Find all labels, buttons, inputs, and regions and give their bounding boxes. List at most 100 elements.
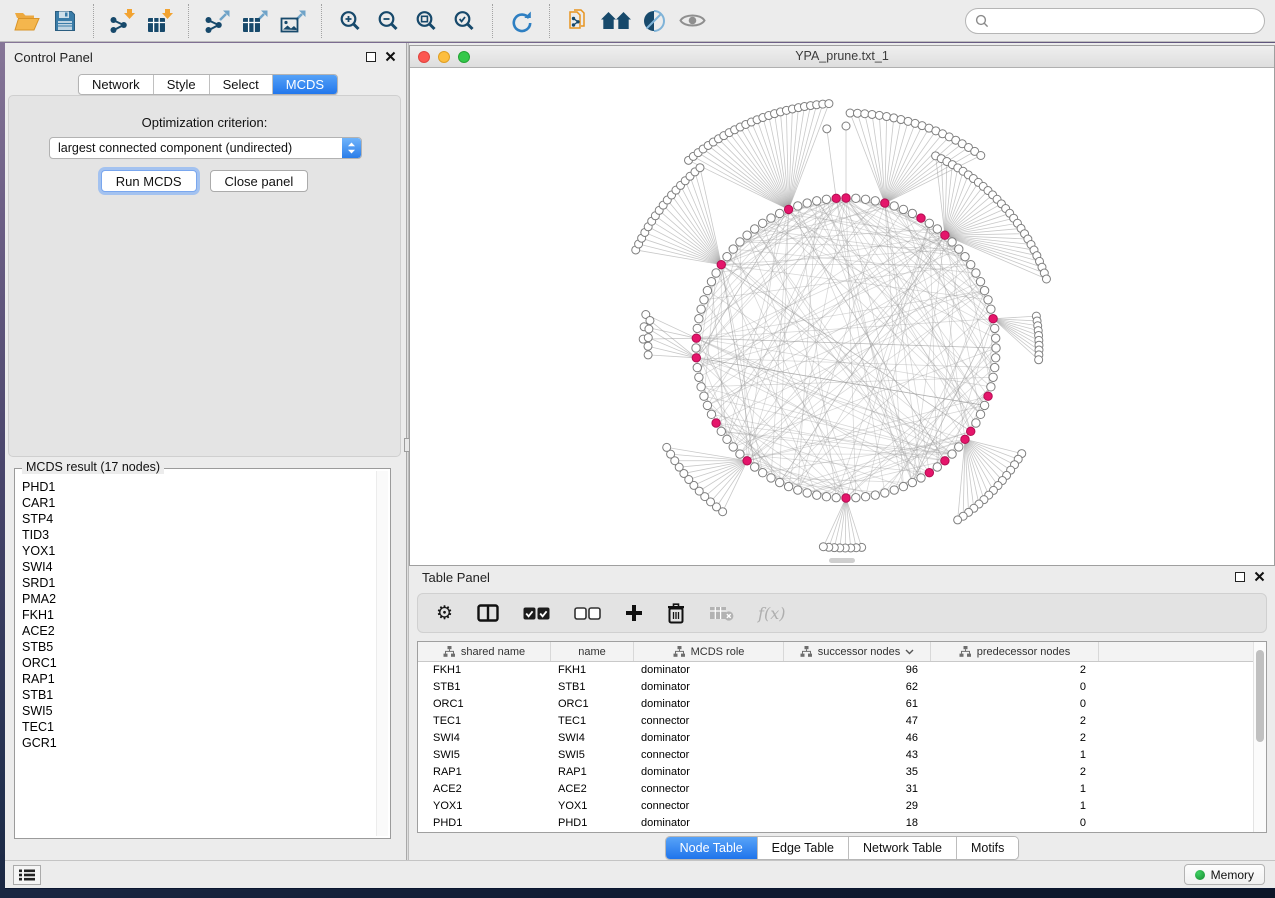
tab-edge-table[interactable]: Edge Table xyxy=(758,837,849,859)
import-table-button[interactable] xyxy=(143,4,177,38)
hide-graphics-button[interactable] xyxy=(675,4,709,38)
mcds-list-item[interactable]: FKH1 xyxy=(22,607,376,623)
table-cell[interactable]: dominator xyxy=(634,815,784,832)
column-header-MCDS-role[interactable]: MCDS role xyxy=(634,642,784,661)
network-file-button[interactable] xyxy=(561,4,595,38)
table-cell[interactable]: STB1 xyxy=(551,679,634,696)
deselect-all-button[interactable] xyxy=(574,607,601,620)
table-cell[interactable]: SWI5 xyxy=(418,747,551,764)
table-cell[interactable]: 62 xyxy=(784,679,931,696)
mcds-list-item[interactable]: STB5 xyxy=(22,639,376,655)
table-cell[interactable]: 2 xyxy=(931,713,1099,730)
close-table-panel-icon[interactable] xyxy=(1254,571,1265,582)
maximize-window-icon[interactable] xyxy=(458,51,470,63)
table-cell[interactable]: 2 xyxy=(931,730,1099,747)
table-cell[interactable]: dominator xyxy=(634,696,784,713)
table-cell[interactable]: connector xyxy=(634,713,784,730)
zoom-out-button[interactable] xyxy=(371,4,405,38)
table-cell[interactable]: 29 xyxy=(784,798,931,815)
table-scrollbar[interactable] xyxy=(1253,642,1266,832)
show-all-networks-button[interactable] xyxy=(599,4,633,38)
tab-mcds[interactable]: MCDS xyxy=(273,75,337,94)
table-cell[interactable]: 46 xyxy=(784,730,931,747)
table-cell[interactable]: 61 xyxy=(784,696,931,713)
minimize-window-icon[interactable] xyxy=(438,51,450,63)
mcds-list-item[interactable]: PMA2 xyxy=(22,591,376,607)
zoom-in-button[interactable] xyxy=(333,4,367,38)
column-header-name[interactable]: name xyxy=(551,642,634,661)
table-cell[interactable]: 1 xyxy=(931,781,1099,798)
close-panel-button[interactable]: Close panel xyxy=(210,170,309,192)
mcds-list-item[interactable]: STP4 xyxy=(22,511,376,527)
export-table-button[interactable] xyxy=(238,4,272,38)
table-cell[interactable]: SWI4 xyxy=(418,730,551,747)
add-column-button[interactable] xyxy=(625,604,643,622)
table-cell[interactable]: 0 xyxy=(931,696,1099,713)
table-cell[interactable]: PHD1 xyxy=(418,815,551,832)
mcds-list-item[interactable]: ORC1 xyxy=(22,655,376,671)
table-cell[interactable]: PHD1 xyxy=(551,815,634,832)
table-cell[interactable]: 96 xyxy=(784,662,931,679)
table-cell[interactable]: ORC1 xyxy=(551,696,634,713)
table-cell[interactable]: 1 xyxy=(931,747,1099,764)
close-panel-icon[interactable] xyxy=(385,51,396,62)
table-row[interactable]: ACE2ACE2connector311 xyxy=(418,781,1253,798)
mcds-list-item[interactable]: ACE2 xyxy=(22,623,376,639)
mcds-list-item[interactable]: PHD1 xyxy=(22,479,376,495)
table-cell[interactable]: 1 xyxy=(931,798,1099,815)
tab-network[interactable]: Network xyxy=(79,75,154,94)
float-panel-icon[interactable] xyxy=(366,52,376,62)
table-row[interactable]: STB1STB1dominator620 xyxy=(418,679,1253,696)
table-cell[interactable]: 47 xyxy=(784,713,931,730)
table-cell[interactable]: ORC1 xyxy=(418,696,551,713)
table-row[interactable]: ORC1ORC1dominator610 xyxy=(418,696,1253,713)
mcds-list-item[interactable]: GCR1 xyxy=(22,735,376,751)
table-cell[interactable]: YOX1 xyxy=(551,798,634,815)
table-cell[interactable]: ACE2 xyxy=(551,781,634,798)
open-button[interactable] xyxy=(10,4,44,38)
float-table-panel-icon[interactable] xyxy=(1235,572,1245,582)
run-mcds-button[interactable]: Run MCDS xyxy=(101,170,197,192)
table-cell[interactable]: dominator xyxy=(634,679,784,696)
zoom-fit-button[interactable] xyxy=(409,4,443,38)
table-cell[interactable]: 2 xyxy=(931,662,1099,679)
tab-style[interactable]: Style xyxy=(154,75,210,94)
mcds-list-item[interactable]: RAP1 xyxy=(22,671,376,687)
column-header-successor-nodes[interactable]: successor nodes xyxy=(784,642,931,661)
apply-layout-button[interactable] xyxy=(504,4,538,38)
table-row[interactable]: PHD1PHD1dominator180 xyxy=(418,815,1253,832)
table-row[interactable]: RAP1RAP1dominator352 xyxy=(418,764,1253,781)
table-cell[interactable]: dominator xyxy=(634,662,784,679)
mcds-list-item[interactable]: SWI5 xyxy=(22,703,376,719)
column-header-predecessor-nodes[interactable]: predecessor nodes xyxy=(931,642,1099,661)
table-row[interactable]: YOX1YOX1connector291 xyxy=(418,798,1253,815)
delete-column-button[interactable] xyxy=(667,603,685,624)
network-canvas[interactable] xyxy=(410,68,1274,565)
task-history-button[interactable] xyxy=(13,865,41,885)
zoom-selected-button[interactable] xyxy=(447,4,481,38)
table-cell[interactable]: dominator xyxy=(634,764,784,781)
mcds-list-item[interactable]: SRD1 xyxy=(22,575,376,591)
table-cell[interactable]: connector xyxy=(634,781,784,798)
column-header-shared-name[interactable]: shared name xyxy=(418,642,551,661)
table-cell[interactable]: 35 xyxy=(784,764,931,781)
canvas-hscroll-thumb[interactable] xyxy=(829,558,855,563)
mcds-list-scrollbar[interactable] xyxy=(376,471,388,836)
table-cell[interactable]: FKH1 xyxy=(551,662,634,679)
table-cell[interactable]: RAP1 xyxy=(418,764,551,781)
memory-button[interactable]: Memory xyxy=(1184,864,1265,885)
mcds-list-item[interactable]: SWI4 xyxy=(22,559,376,575)
show-columns-button[interactable] xyxy=(477,604,499,622)
table-cell[interactable]: STB1 xyxy=(418,679,551,696)
table-cell[interactable]: 0 xyxy=(931,679,1099,696)
tab-motifs[interactable]: Motifs xyxy=(957,837,1018,859)
tab-network-table[interactable]: Network Table xyxy=(849,837,957,859)
table-cell[interactable]: YOX1 xyxy=(418,798,551,815)
mcds-list-item[interactable]: CAR1 xyxy=(22,495,376,511)
mcds-list-item[interactable]: TEC1 xyxy=(22,719,376,735)
table-cell[interactable]: SWI4 xyxy=(551,730,634,747)
select-all-button[interactable] xyxy=(523,607,550,620)
export-image-button[interactable] xyxy=(276,4,310,38)
table-cell[interactable]: 43 xyxy=(784,747,931,764)
table-cell[interactable]: connector xyxy=(634,747,784,764)
